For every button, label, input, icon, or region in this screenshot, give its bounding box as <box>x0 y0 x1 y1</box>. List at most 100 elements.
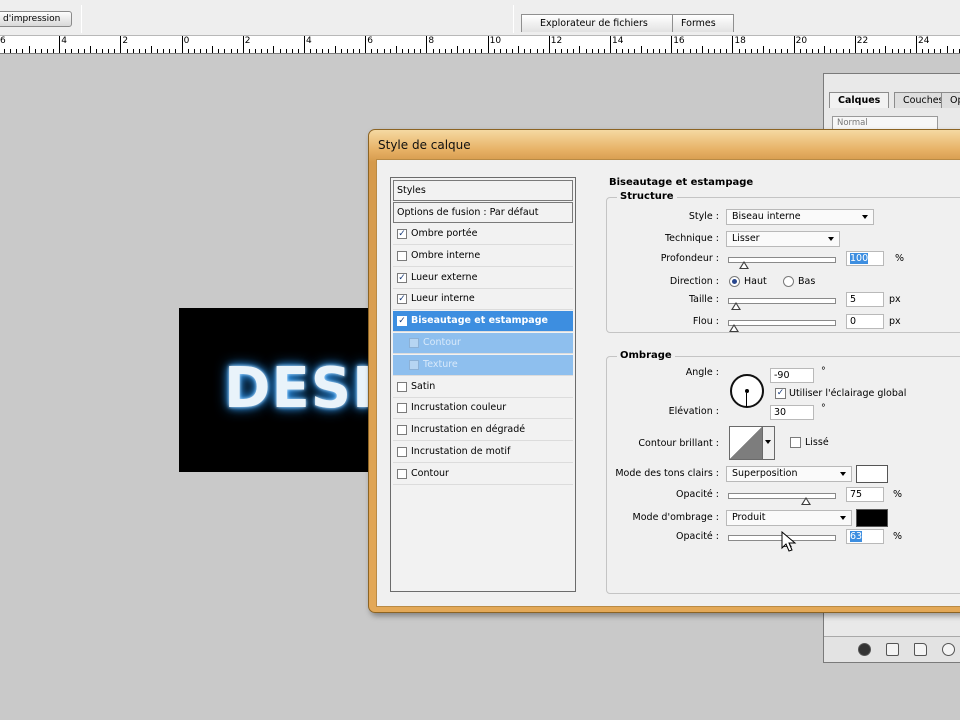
style-item[interactable]: Contour <box>393 464 573 485</box>
ruler-tick <box>745 49 746 53</box>
shadow-opacity-input[interactable]: 63 <box>846 529 884 544</box>
ruler-tick <box>182 36 183 53</box>
shading-title: Ombrage <box>617 350 675 361</box>
style-checkbox[interactable]: ✓ <box>397 272 407 283</box>
print-button[interactable]: d'impression <box>0 11 72 27</box>
tab-layers[interactable]: Calques <box>829 92 890 108</box>
ruler-tick <box>757 49 758 53</box>
depth-slider[interactable] <box>728 257 836 269</box>
style-item-label: Texture <box>423 358 458 370</box>
global-light-checkbox[interactable]: ✓ <box>775 388 786 399</box>
style-checkbox[interactable] <box>397 250 407 261</box>
style-checkbox[interactable] <box>397 403 407 414</box>
tab-file-browser[interactable]: Explorateur de fichiers <box>521 14 673 32</box>
shadow-color-swatch[interactable] <box>856 509 888 527</box>
highlight-mode-dropdown[interactable]: Superposition <box>726 466 852 482</box>
ruler-tick <box>108 49 109 53</box>
depth-input[interactable]: 100 <box>846 251 884 266</box>
size-input[interactable]: 5 <box>846 292 884 307</box>
soften-input[interactable]: 0 <box>846 314 884 329</box>
technique-value: Lisser <box>732 233 760 244</box>
ruler-tick <box>29 46 30 53</box>
ruler-tick <box>720 49 721 53</box>
style-item[interactable]: Ombre interne <box>393 246 573 267</box>
direction-up-radio[interactable] <box>729 276 740 287</box>
panel-footer <box>824 636 960 662</box>
slider-knob[interactable] <box>729 324 739 332</box>
bevel-style-dropdown[interactable]: Biseau interne <box>726 209 874 225</box>
style-item-label: Incrustation en dégradé <box>411 424 526 436</box>
mask-icon[interactable] <box>886 643 899 656</box>
ruler-tick <box>359 49 360 53</box>
gloss-contour-preview[interactable] <box>729 426 763 460</box>
ruler-tick <box>4 49 5 53</box>
ruler-tick <box>267 49 268 53</box>
style-item[interactable]: Incrustation en dégradé <box>393 420 573 442</box>
slider-knob[interactable] <box>739 261 749 269</box>
dialog-body: Styles Options de fusion : Par défaut ✓ O… <box>376 159 960 607</box>
style-checkbox[interactable] <box>409 338 419 348</box>
ruler-tick <box>763 46 764 53</box>
blend-mode-select[interactable]: Normal <box>832 116 938 130</box>
ruler-tick <box>683 49 684 53</box>
canvas-image: DESI <box>179 308 379 472</box>
slider-knob[interactable] <box>801 497 811 505</box>
ruler-tick <box>169 49 170 53</box>
style-checkbox[interactable]: ✓ <box>397 316 407 327</box>
style-item[interactable]: ✓ Ombre portée <box>393 224 573 245</box>
style-item[interactable]: ✓ Biseautage et estampage <box>393 311 573 333</box>
ruler-tick <box>530 49 531 53</box>
angle-input[interactable]: -90 <box>770 368 814 383</box>
style-checkbox[interactable] <box>397 425 407 436</box>
adjustment-icon[interactable] <box>942 643 955 656</box>
style-item[interactable]: Texture <box>393 354 573 376</box>
highlight-opacity-input[interactable]: 75 <box>846 487 884 502</box>
style-item-label: Ombre interne <box>411 249 481 261</box>
ruler-tick <box>800 49 801 53</box>
ruler-label: 2 <box>244 36 251 46</box>
tab-paths[interactable]: Op <box>941 92 960 108</box>
style-checkbox[interactable] <box>397 468 407 479</box>
slider-knob[interactable] <box>731 302 741 310</box>
ruler-tick <box>384 49 385 53</box>
gloss-contour-menu[interactable] <box>763 426 775 460</box>
direction-down-radio[interactable] <box>783 276 794 287</box>
style-checkbox[interactable] <box>409 359 419 370</box>
ruler-tick <box>830 49 831 53</box>
highlight-opacity-slider[interactable] <box>728 493 836 505</box>
highlight-color-swatch[interactable] <box>856 465 888 483</box>
layer-style-icon[interactable] <box>858 643 871 656</box>
style-checkbox[interactable]: ✓ <box>397 229 407 239</box>
style-checkbox[interactable] <box>397 381 407 392</box>
shadow-mode-dropdown[interactable]: Produit <box>726 510 852 526</box>
folder-icon[interactable] <box>914 643 927 656</box>
angle-dial[interactable] <box>730 374 764 408</box>
ruler-tick <box>16 49 17 53</box>
ruler-tick <box>769 49 770 53</box>
altitude-input[interactable]: 30 <box>770 405 814 420</box>
direction-up-label: Haut <box>744 276 767 287</box>
styles-header[interactable]: Styles <box>393 180 573 201</box>
ruler-tick <box>910 49 911 53</box>
size-slider[interactable] <box>728 298 836 310</box>
ruler-tick <box>573 49 574 53</box>
style-item[interactable]: Satin <box>393 377 573 398</box>
blending-options[interactable]: Options de fusion : Par défaut <box>393 202 573 223</box>
ruler-tick <box>873 49 874 53</box>
ruler-tick <box>524 49 525 53</box>
style-item[interactable]: Contour <box>393 333 573 354</box>
style-item[interactable]: ✓ Lueur interne <box>393 289 573 311</box>
ruler-tick <box>439 49 440 53</box>
style-checkbox[interactable] <box>397 447 407 457</box>
technique-dropdown[interactable]: Lisser <box>726 231 840 247</box>
style-checkbox[interactable]: ✓ <box>397 294 407 305</box>
style-item[interactable]: Incrustation de motif <box>393 442 573 463</box>
style-item[interactable]: Incrustation couleur <box>393 398 573 420</box>
soften-slider[interactable] <box>728 320 836 332</box>
antialias-checkbox[interactable] <box>790 437 801 448</box>
ruler-tick <box>885 46 886 53</box>
style-item[interactable]: ✓ Lueur externe <box>393 268 573 289</box>
ruler-tick <box>231 49 232 53</box>
style-item-label: Lueur interne <box>411 293 475 305</box>
tab-shapes[interactable]: Formes <box>672 14 734 32</box>
